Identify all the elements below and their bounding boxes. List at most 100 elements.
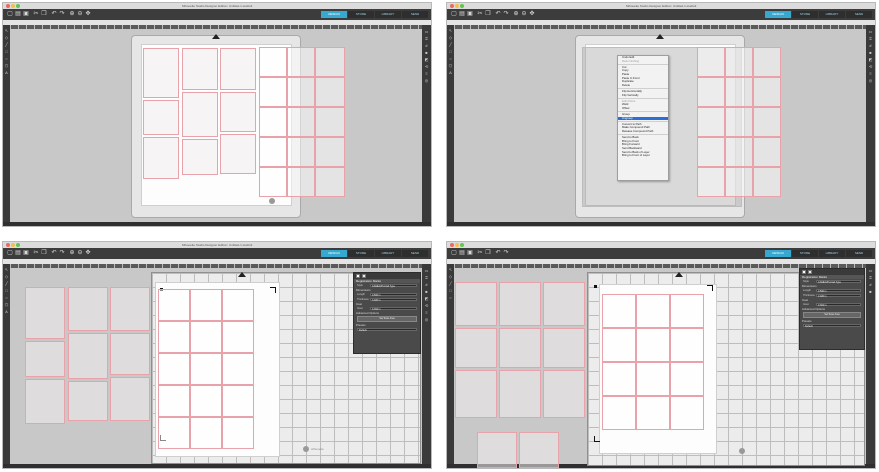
grid-card[interactable] [753, 107, 781, 137]
style-select[interactable]: CAMEO/Portrait Type [816, 280, 861, 284]
card-shape[interactable] [543, 328, 585, 368]
grid-card[interactable] [158, 321, 190, 353]
grid-card[interactable] [222, 321, 254, 353]
grid-card[interactable] [259, 47, 287, 77]
tab-design[interactable]: DESIGN [765, 11, 791, 18]
polygon-tool-icon[interactable]: ⬠ [448, 63, 453, 68]
fill-color-icon[interactable]: ■ [424, 289, 429, 294]
cut-icon[interactable]: ✂ [477, 11, 483, 17]
new-file-icon[interactable]: ▢ [7, 11, 13, 17]
zoom-out-icon[interactable]: ⊖ [521, 11, 527, 17]
grid-card[interactable] [190, 321, 222, 353]
menu-item-flip-vertically[interactable]: Flip Vertically [618, 93, 668, 98]
card-shape[interactable] [68, 333, 108, 379]
grid-card[interactable] [287, 137, 315, 167]
grid-icon[interactable]: # [868, 43, 873, 48]
grid-card[interactable] [259, 107, 287, 137]
menu-item-ungroup[interactable]: Ungroup [618, 116, 668, 121]
copy-icon[interactable]: ❐ [485, 250, 491, 256]
preset-select[interactable]: Default [357, 328, 417, 332]
zoom-window-button[interactable] [460, 243, 464, 247]
ellipse-tool-icon[interactable]: ○ [448, 295, 453, 300]
grid-card[interactable] [725, 167, 753, 197]
grid-card[interactable] [670, 362, 704, 396]
card-shape[interactable] [68, 287, 108, 331]
tab-store[interactable]: STORE [792, 11, 818, 18]
set-scan-area-button[interactable]: Set Scan Area [803, 312, 861, 318]
card-shape[interactable] [543, 282, 585, 326]
pan-icon[interactable]: ✥ [85, 11, 91, 17]
save-icon[interactable]: ▣ [23, 11, 29, 17]
card-shape[interactable] [143, 137, 179, 179]
card-shape[interactable] [143, 100, 179, 135]
registration-tab-icon[interactable] [362, 274, 366, 278]
card-shape[interactable] [543, 370, 585, 418]
tab-design[interactable]: DESIGN [765, 250, 791, 257]
select-tool-icon[interactable]: ↖ [4, 267, 9, 272]
grid-card[interactable] [259, 137, 287, 167]
point-edit-icon[interactable]: ◇ [448, 274, 453, 279]
line-tool-icon[interactable]: ╱ [448, 281, 453, 286]
page-tab-icon[interactable] [802, 270, 806, 274]
line-tool-icon[interactable]: ╱ [448, 42, 453, 47]
grid-card[interactable] [602, 328, 636, 362]
new-file-icon[interactable]: ▢ [451, 11, 457, 17]
text-tool-icon[interactable]: A [4, 70, 9, 75]
page-setup-icon[interactable]: ▭ [868, 268, 873, 273]
cut-icon[interactable]: ✂ [477, 250, 483, 256]
grid-icon[interactable]: # [424, 43, 429, 48]
rectangle-tool-icon[interactable]: □ [448, 49, 453, 54]
grid-card[interactable] [636, 294, 670, 328]
thickness-input[interactable]: 0.020 in [816, 294, 861, 298]
grid-card[interactable] [602, 362, 636, 396]
new-file-icon[interactable]: ▢ [7, 250, 13, 256]
tab-library[interactable]: LIBRARY [819, 11, 845, 18]
card-shape[interactable] [25, 341, 65, 377]
offset-icon[interactable]: ◎ [424, 317, 429, 322]
grid-card[interactable] [725, 77, 753, 107]
grid-card[interactable] [670, 328, 704, 362]
grid-card[interactable] [725, 107, 753, 137]
tab-design[interactable]: DESIGN [321, 250, 347, 257]
grid-card[interactable] [190, 417, 222, 449]
grid-card[interactable] [259, 77, 287, 107]
cut-icon[interactable]: ✂ [33, 11, 39, 17]
grid-card[interactable] [190, 353, 222, 385]
tab-library[interactable]: LIBRARY [375, 11, 401, 18]
pan-icon[interactable]: ✥ [85, 250, 91, 256]
menu-item-redo-nothing[interactable]: Redo Nothing [618, 59, 668, 64]
card-shape[interactable] [220, 134, 256, 174]
open-file-icon[interactable]: ▤ [459, 11, 465, 17]
card-shape[interactable] [220, 48, 256, 90]
grid-card[interactable] [222, 353, 254, 385]
registration-marks-icon[interactable]: ⌗ [424, 275, 429, 280]
grid-card[interactable] [222, 417, 254, 449]
registration-marks-icon[interactable]: ⌗ [424, 36, 429, 41]
redo-icon[interactable]: ↷ [59, 250, 65, 256]
tab-library[interactable]: LIBRARY [375, 250, 401, 257]
grid-card[interactable] [697, 47, 725, 77]
point-edit-icon[interactable]: ◇ [448, 35, 453, 40]
grid-card[interactable] [670, 294, 704, 328]
grid-card[interactable] [602, 294, 636, 328]
transform-icon[interactable]: ⟲ [868, 64, 873, 69]
point-edit-icon[interactable]: ◇ [4, 35, 9, 40]
thickness-input[interactable]: 0.020 in [370, 298, 417, 302]
zoom-out-icon[interactable]: ⊖ [77, 250, 83, 256]
grid-card[interactable] [158, 289, 190, 321]
advanced-options-toggle[interactable]: Advanced Options [354, 311, 420, 315]
grid-card[interactable] [753, 47, 781, 77]
card-shape[interactable] [182, 48, 218, 90]
undo-icon[interactable]: ↶ [51, 11, 57, 17]
grid-card[interactable] [287, 47, 315, 77]
card-shape[interactable] [68, 381, 108, 421]
grid-icon[interactable]: # [868, 282, 873, 287]
redo-icon[interactable]: ↷ [59, 11, 65, 17]
offset-icon[interactable]: ◎ [868, 78, 873, 83]
tab-store[interactable]: STORE [792, 250, 818, 257]
grid-card[interactable] [753, 167, 781, 197]
zoom-in-icon[interactable]: ⊕ [513, 11, 519, 17]
grid-card[interactable] [158, 385, 190, 417]
grid-card[interactable] [697, 137, 725, 167]
menu-item-release-compound-path[interactable]: Release Compound Path [618, 129, 668, 134]
